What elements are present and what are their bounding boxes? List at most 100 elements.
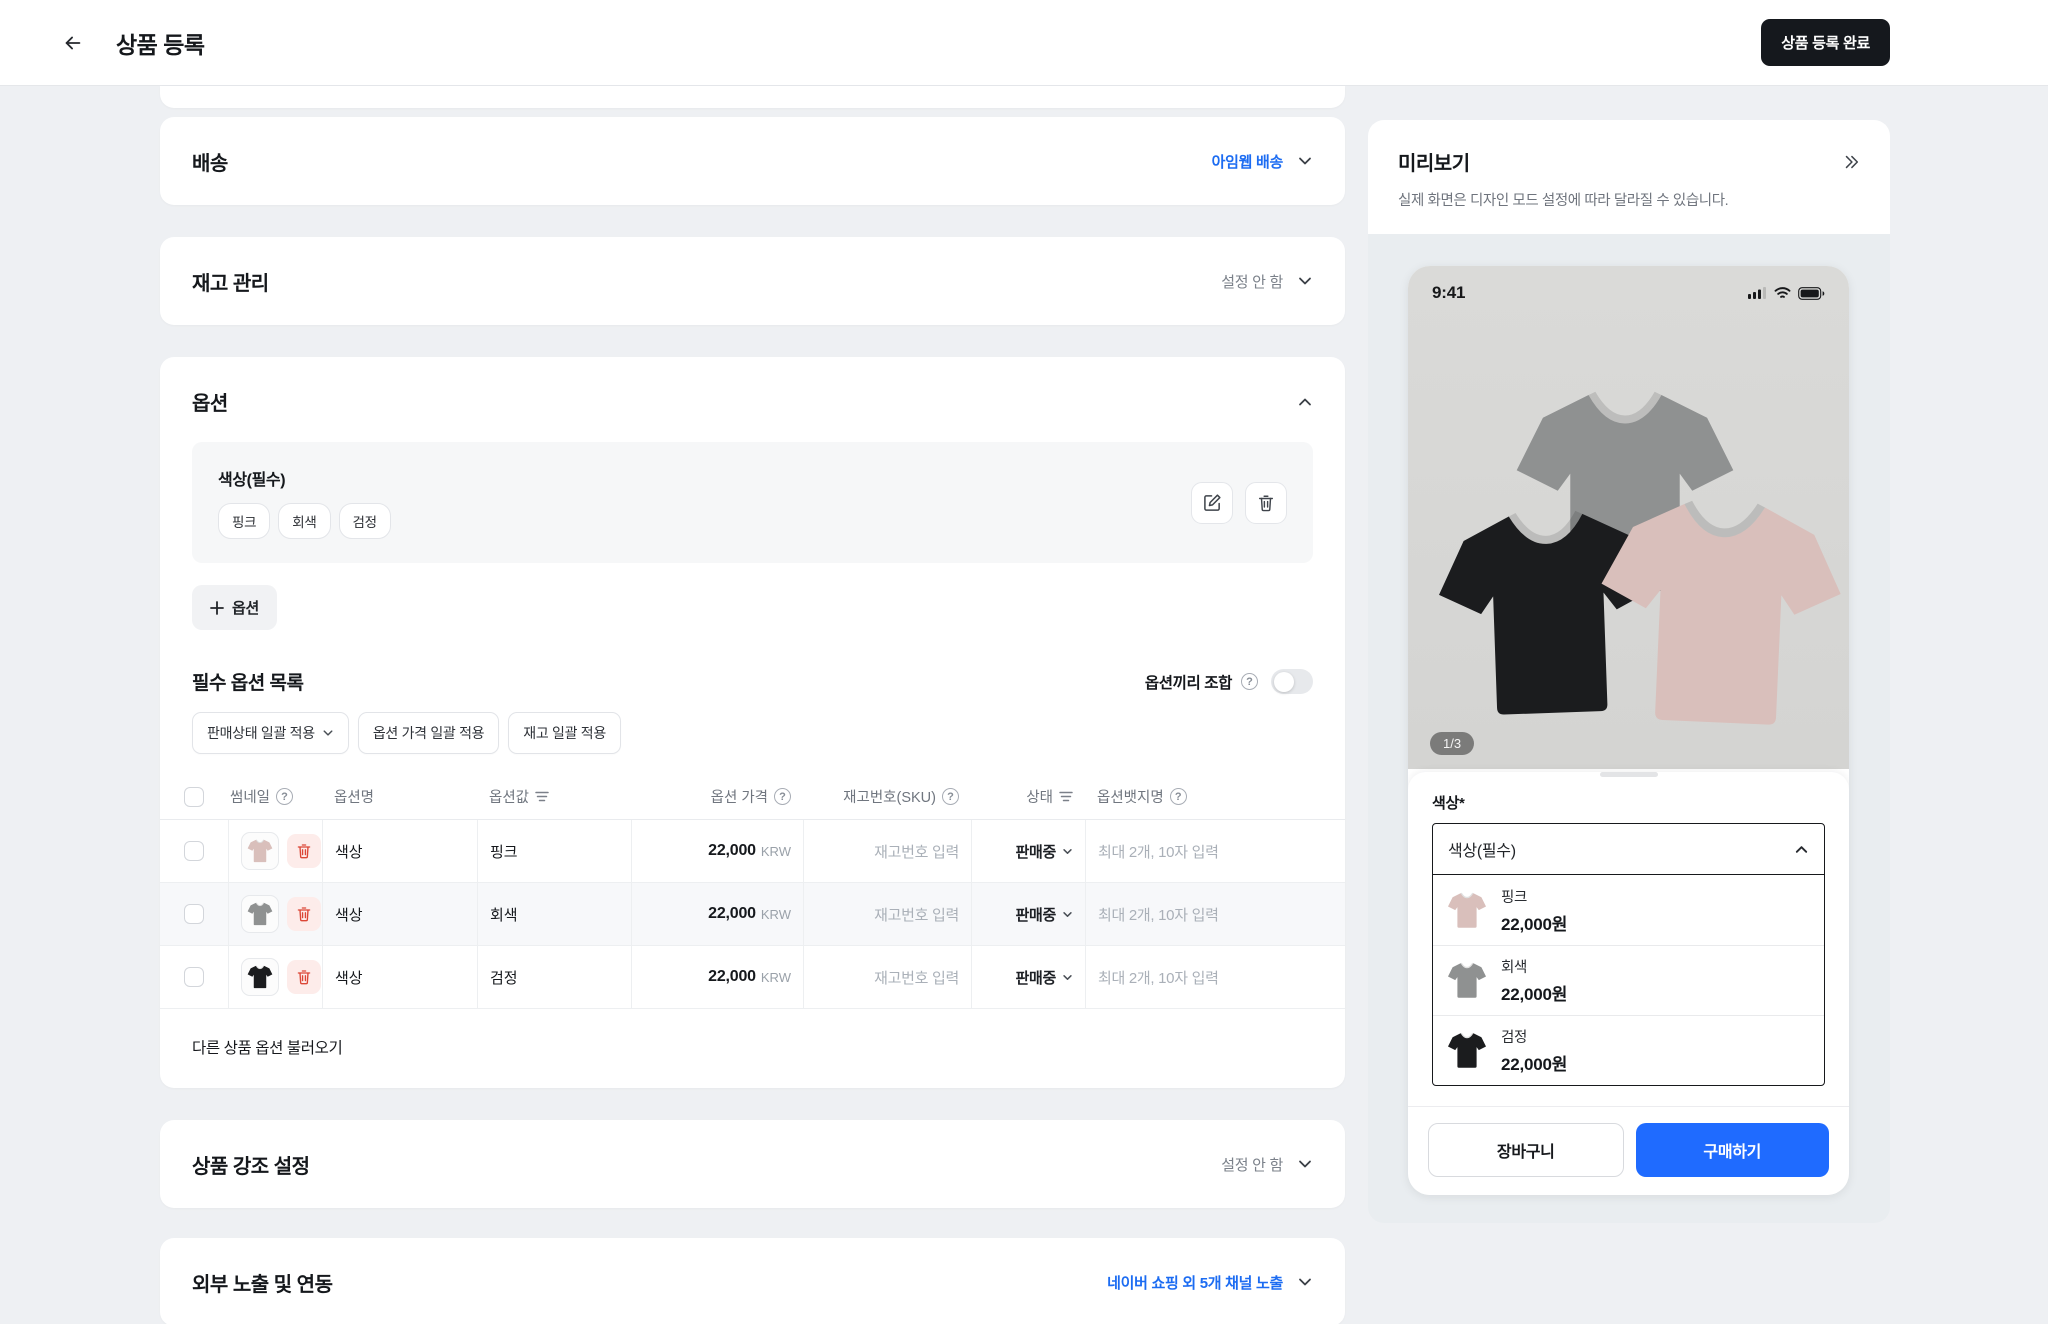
sku-input[interactable]: 재고번호 입력 [874, 967, 959, 988]
delete-row-button[interactable] [287, 834, 321, 868]
help-icon[interactable]: ? [276, 788, 293, 805]
bulk-stock-button[interactable]: 재고 일괄 적용 [508, 712, 621, 754]
inventory-card-value: 설정 안 함 [1221, 271, 1283, 292]
required-options-title: 필수 옵션 목록 [192, 668, 303, 695]
back-button[interactable] [58, 28, 88, 58]
buy-button[interactable]: 구매하기 [1636, 1123, 1830, 1177]
option-name-cell: 색상 [335, 904, 363, 925]
table-row: 색상 검정 22,000KRW 재고번호 입력 판매중 최대 2개, 10자 입… [160, 946, 1345, 1009]
back-arrow-icon [62, 32, 84, 54]
chevron-down-icon [1297, 1156, 1313, 1172]
help-icon[interactable]: ? [1241, 673, 1258, 690]
status-dropdown[interactable]: 판매중 [1015, 967, 1073, 988]
tshirt-pink-icon [247, 839, 273, 863]
external-card[interactable]: 외부 노출 및 연동 네이버 쇼핑 외 5개 채널 노출 [160, 1238, 1345, 1324]
combine-options-label: 옵션끼리 조합 [1145, 671, 1232, 693]
price-input[interactable]: 22,000 [708, 842, 756, 860]
option-chip: 회색 [278, 503, 330, 539]
chevron-down-icon [1297, 273, 1313, 289]
combine-options-toggle[interactable] [1271, 669, 1313, 694]
highlight-card[interactable]: 상품 강조 설정 설정 안 함 [160, 1120, 1345, 1208]
sort-icon[interactable] [1059, 791, 1073, 802]
help-icon[interactable]: ? [942, 788, 959, 805]
shipping-card-title: 배송 [192, 147, 228, 176]
signal-icon [1748, 287, 1767, 299]
sku-input[interactable]: 재고번호 입력 [874, 841, 959, 862]
tshirt-black-icon [247, 965, 273, 989]
image-counter-badge: 1/3 [1430, 732, 1474, 755]
preview-subtitle: 실제 화면은 디자인 모드 설정에 따라 달라질 수 있습니다. [1398, 189, 1860, 210]
option-bottom-sheet: 색상* 색상(필수) [1408, 772, 1849, 1195]
preview-panel: 미리보기 실제 화면은 디자인 모드 설정에 따라 달라질 수 있습니다. 9:… [1368, 120, 1890, 1223]
external-card-title: 외부 노출 및 연동 [192, 1268, 332, 1297]
row-checkbox[interactable] [184, 841, 204, 861]
row-checkbox[interactable] [184, 967, 204, 987]
inventory-card-title: 재고 관리 [192, 267, 269, 296]
thumbnail[interactable] [241, 958, 279, 996]
badge-input[interactable]: 최대 2개, 10자 입력 [1098, 904, 1219, 925]
sku-input[interactable]: 재고번호 입력 [874, 904, 959, 925]
tshirt-black-icon [1447, 1032, 1487, 1069]
option-value-cell: 핑크 [490, 841, 518, 862]
option-value-cell: 검정 [490, 967, 518, 988]
phone-mockup: 9:41 [1408, 266, 1849, 1195]
color-option-black[interactable]: 검정 22,000원 [1433, 1015, 1824, 1085]
load-other-options-link[interactable]: 다른 상품 옵션 불러오기 [160, 1009, 1345, 1088]
page-title: 상품 등록 [116, 26, 205, 60]
thumbnail[interactable] [241, 895, 279, 933]
chevron-up-icon[interactable] [1297, 394, 1313, 410]
status-dropdown[interactable]: 판매중 [1015, 904, 1073, 925]
cart-button[interactable]: 장바구니 [1428, 1123, 1624, 1177]
tshirt-pink-image [1589, 493, 1849, 736]
edit-icon [1203, 493, 1222, 512]
option-value-cell: 회색 [490, 904, 518, 925]
status-dropdown[interactable]: 판매중 [1015, 841, 1073, 862]
shipping-card-value: 아임웹 배송 [1212, 151, 1283, 172]
chevron-down-icon [1297, 153, 1313, 169]
product-registration-page: 상품 등록 상품 등록 완료 배송 아임웹 배송 재고 관리 설정 안 [0, 0, 2048, 1324]
badge-input[interactable]: 최대 2개, 10자 입력 [1098, 841, 1219, 862]
option-group: 색상(필수) 핑크 회색 검정 [192, 442, 1313, 563]
tshirt-gray-icon [1447, 962, 1487, 999]
external-card-value: 네이버 쇼핑 외 5개 채널 노출 [1107, 1272, 1283, 1293]
bulk-sale-status-button[interactable]: 판매상태 일괄 적용 [192, 712, 349, 754]
table-header-row: 썸네일? 옵션명 옵션값 옵션 가격? 재고번호(SKU)? 상태 [160, 774, 1345, 820]
chevron-down-icon [1062, 972, 1073, 983]
shipping-card[interactable]: 배송 아임웹 배송 [160, 117, 1345, 205]
color-option-gray[interactable]: 회색 22,000원 [1433, 945, 1824, 1015]
trash-icon [1257, 494, 1275, 512]
color-option-pink[interactable]: 핑크 22,000원 [1433, 875, 1824, 945]
help-icon[interactable]: ? [1170, 788, 1187, 805]
price-input[interactable]: 22,000 [708, 905, 756, 923]
sort-icon[interactable] [535, 791, 549, 802]
badge-input[interactable]: 최대 2개, 10자 입력 [1098, 967, 1219, 988]
highlight-card-value: 설정 안 함 [1221, 1154, 1283, 1175]
select-all-checkbox[interactable] [184, 787, 204, 807]
help-icon[interactable]: ? [774, 788, 791, 805]
add-option-button[interactable]: 옵션 [192, 585, 277, 630]
inventory-card[interactable]: 재고 관리 설정 안 함 [160, 237, 1345, 325]
color-select-header[interactable]: 색상(필수) [1433, 824, 1824, 875]
price-input[interactable]: 22,000 [708, 968, 756, 986]
delete-row-button[interactable] [287, 960, 321, 994]
battery-icon [1798, 287, 1825, 300]
trash-icon [296, 843, 312, 859]
bulk-price-button[interactable]: 옵션 가격 일괄 적용 [358, 712, 499, 754]
row-checkbox[interactable] [184, 904, 204, 924]
tshirt-pink-icon [1447, 892, 1487, 929]
submit-product-button[interactable]: 상품 등록 완료 [1761, 19, 1890, 66]
phone-status-bar: 9:41 [1408, 266, 1849, 314]
chevron-up-icon [1794, 842, 1809, 857]
collapse-panel-icon[interactable] [1842, 154, 1860, 170]
drag-handle[interactable] [1600, 772, 1658, 777]
highlight-card-title: 상품 강조 설정 [192, 1150, 310, 1179]
edit-option-group-button[interactable] [1191, 482, 1233, 524]
product-image: 9:41 [1408, 266, 1849, 769]
delete-option-group-button[interactable] [1245, 482, 1287, 524]
thumbnail[interactable] [241, 832, 279, 870]
top-bar: 상품 등록 상품 등록 완료 [0, 0, 2048, 85]
trash-icon [296, 906, 312, 922]
delete-row-button[interactable] [287, 897, 321, 931]
chevron-down-icon [1297, 1274, 1313, 1290]
trash-icon [296, 969, 312, 985]
